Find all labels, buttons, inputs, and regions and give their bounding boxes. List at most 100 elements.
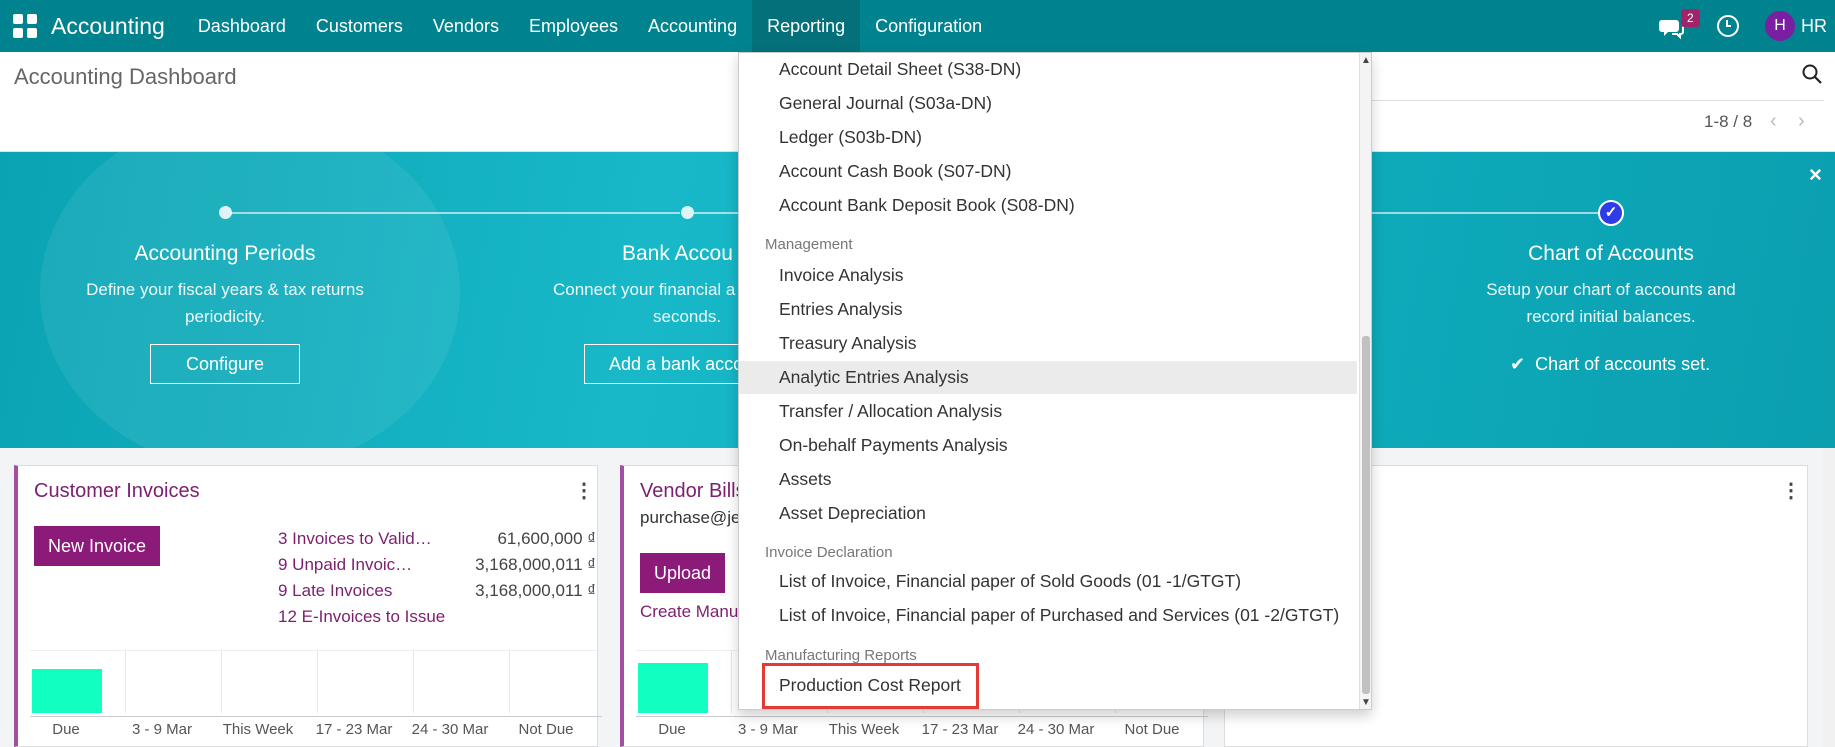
menu-item-invoice-analysis[interactable]: Invoice Analysis <box>739 259 1357 292</box>
menu-item-account-detail-sheet[interactable]: Account Detail Sheet (S38-DN) <box>739 53 1357 86</box>
menu-item-account-cash-book[interactable]: Account Cash Book (S07-DN) <box>739 155 1357 188</box>
axis-label: 3 - 9 Mar <box>131 721 192 738</box>
menu-item-ledger[interactable]: Ledger (S03b-DN) <box>739 121 1357 154</box>
chart-column <box>510 651 606 713</box>
kebab-menu-icon[interactable]: ⋮ <box>1781 478 1801 503</box>
axis-label: Due <box>658 721 686 738</box>
axis-label: 24 - 30 Mar <box>1017 721 1095 738</box>
menu-reporting[interactable]: Reporting <box>752 0 861 52</box>
axis-label: 17 - 23 Mar <box>921 721 999 738</box>
menu-item-transfer-allocation-analysis[interactable]: Transfer / Allocation Analysis <box>739 395 1357 428</box>
chat-icon[interactable]: 2 <box>1659 9 1700 41</box>
stat-value: 61,600,000 ₫ <box>497 529 596 548</box>
menu-item-asset-depreciation[interactable]: Asset Depreciation <box>739 497 1357 530</box>
scroll-thumb[interactable] <box>1362 336 1370 694</box>
section-header-invoice-declaration: Invoice Declaration <box>765 544 893 561</box>
chart-axis: Due 3 - 9 Mar This Week 17 - 23 Mar 24 -… <box>30 716 602 740</box>
axis-label: Not Due <box>1124 721 1180 738</box>
menu-employees[interactable]: Employees <box>514 0 633 52</box>
user-avatar[interactable]: H <box>1765 11 1795 41</box>
add-bank-account-button[interactable]: Add a bank acco <box>584 344 744 384</box>
menu-item-analytic-entries-analysis[interactable]: Analytic Entries Analysis <box>739 361 1357 394</box>
menu-configuration[interactable]: Configuration <box>860 0 997 52</box>
step-desc-chart: Setup your chart of accounts and record … <box>1446 276 1776 330</box>
late-invoices-link[interactable]: 9 Late Invoices <box>278 581 392 601</box>
top-navbar: Accounting Dashboard Customers Vendors E… <box>0 0 1835 52</box>
user-initials[interactable]: HR <box>1801 16 1827 37</box>
step-desc-line: Setup your chart of accounts and <box>1486 280 1736 299</box>
menu-dashboard[interactable]: Dashboard <box>183 0 301 52</box>
step-desc-periods: Define your fiscal years & tax returns p… <box>60 276 390 330</box>
step-connector <box>694 212 738 214</box>
kebab-menu-icon[interactable]: ⋮ <box>574 478 594 503</box>
menu-accounting[interactable]: Accounting <box>633 0 752 52</box>
step-desc-bank: Connect your financial a seconds. <box>553 276 753 330</box>
chart-column <box>30 651 126 713</box>
step-desc-line: periodicity. <box>185 307 265 326</box>
chart-axis: Due 3 - 9 Mar This Week 17 - 23 Mar 24 -… <box>636 716 1208 740</box>
unpaid-invoices-link[interactable]: 9 Unpaid Invoic… <box>278 555 412 575</box>
step-done-check-icon: ✓ <box>1598 200 1624 226</box>
app-name[interactable]: Accounting <box>51 13 165 40</box>
axis-label: This Week <box>222 721 294 738</box>
navbar-systray: 2 H HR <box>1659 0 1835 52</box>
highlight-box <box>762 663 979 709</box>
step-desc-line: Define your fiscal years & tax returns <box>86 280 364 299</box>
step-desc-line: Connect your financial a <box>553 280 736 299</box>
customer-aging-chart <box>30 650 602 713</box>
search-input[interactable] <box>1372 100 1824 101</box>
axis-label: Not Due <box>518 721 574 738</box>
menu-vendors[interactable]: Vendors <box>418 0 514 52</box>
step-dot-periods <box>219 206 232 219</box>
scroll-down-arrow-icon[interactable]: ▼ <box>1361 697 1371 708</box>
chart-accounts-done: ✔ Chart of accounts set. <box>1510 354 1710 375</box>
menu-item-account-bank-deposit-book[interactable]: Account Bank Deposit Book (S08-DN) <box>739 189 1357 222</box>
axis-label: This Week <box>828 721 900 738</box>
step-done-label: Chart of accounts set. <box>1535 354 1711 374</box>
search-icon[interactable] <box>1801 63 1823 85</box>
apps-grid-icon[interactable] <box>13 14 37 38</box>
configure-button[interactable]: Configure <box>150 344 300 384</box>
menu-item-on-behalf-payments-analysis[interactable]: On-behalf Payments Analysis <box>739 429 1357 462</box>
menu-customers[interactable]: Customers <box>301 0 418 52</box>
step-desc-line: seconds. <box>653 307 722 326</box>
chart-bar-due[interactable] <box>638 663 708 713</box>
step-connector <box>230 212 680 214</box>
section-header-management: Management <box>765 236 853 253</box>
chat-count-badge: 2 <box>1681 9 1700 27</box>
new-invoice-button[interactable]: New Invoice <box>34 526 161 566</box>
e-invoices-to-issue-link[interactable]: 12 E-Invoices to Issue <box>278 607 445 627</box>
create-manually-link[interactable]: Create Manu <box>640 602 738 622</box>
menu-item-treasury-analysis[interactable]: Treasury Analysis <box>739 327 1357 360</box>
menu-item-sold-goods-invoice-list[interactable]: List of Invoice, Financial paper of Sold… <box>739 565 1357 598</box>
checkmark-icon: ✔ <box>1510 354 1526 374</box>
menu-item-entries-analysis[interactable]: Entries Analysis <box>739 293 1357 326</box>
pager-value[interactable]: 1-8 / 8 <box>1704 112 1752 132</box>
chart-column <box>126 651 222 713</box>
activity-clock-icon[interactable] <box>1717 15 1739 37</box>
pager-previous-button[interactable]: ‹ <box>1770 110 1777 133</box>
stat-value: 3,168,000,011 ₫ <box>475 555 596 574</box>
menu-item-purchased-services-invoice-list[interactable]: List of Invoice, Financial paper of Purc… <box>739 599 1357 632</box>
customer-invoices-title[interactable]: Customer Invoices <box>34 480 200 503</box>
pager-next-button[interactable]: › <box>1798 110 1805 133</box>
close-banner-button[interactable]: × <box>1809 162 1822 188</box>
step-dot-bank <box>681 206 694 219</box>
axis-label: Due <box>52 721 80 738</box>
chart-bar-due[interactable] <box>32 669 102 713</box>
vendor-bills-email: purchase@je <box>640 508 741 527</box>
chart-column <box>414 651 510 713</box>
section-header-manufacturing-reports: Manufacturing Reports <box>765 647 917 664</box>
scroll-up-arrow-icon[interactable]: ▲ <box>1361 55 1371 66</box>
menu-item-general-journal[interactable]: General Journal (S03a-DN) <box>739 87 1357 120</box>
page-title: Accounting Dashboard <box>14 64 237 89</box>
upload-button[interactable]: Upload <box>640 553 726 593</box>
axis-label: 24 - 30 Mar <box>411 721 489 738</box>
stat-value: 3,168,000,011 ₫ <box>475 581 596 600</box>
vendor-bills-title[interactable]: Vendor Bills <box>640 480 746 503</box>
page-scrollbar[interactable] <box>1823 448 1835 747</box>
chart-column <box>636 651 732 713</box>
step-connector <box>1372 212 1600 214</box>
menu-item-assets[interactable]: Assets <box>739 463 1357 496</box>
axis-label: 3 - 9 Mar <box>737 721 798 738</box>
